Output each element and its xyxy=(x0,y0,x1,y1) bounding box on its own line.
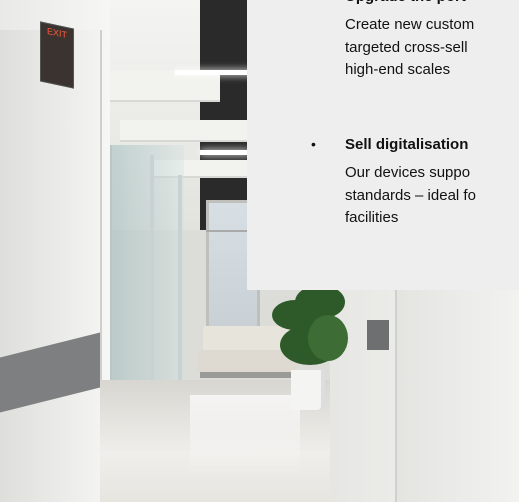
bullet-icon: • xyxy=(311,136,316,152)
plant-leaf xyxy=(308,315,348,361)
list-item-text: Our devices suppo standards – ideal fo f… xyxy=(345,164,476,226)
plant-pot xyxy=(291,370,325,410)
ceiling-panel xyxy=(120,120,250,142)
ceiling-light xyxy=(200,150,250,155)
sofa-backrest xyxy=(203,326,291,352)
list-item-title: Upgrade the port xyxy=(345,0,466,8)
benefits-card: Upgrade the port Create new custom targe… xyxy=(247,0,519,290)
ceiling-light xyxy=(175,70,255,75)
sofa-base xyxy=(200,372,294,378)
plant-leaf xyxy=(295,285,345,319)
right-door xyxy=(395,290,519,502)
left-door xyxy=(0,30,102,502)
list-item-title: Sell digitalisation xyxy=(345,136,469,153)
list-item-text: Create new custom targeted cross-sell hi… xyxy=(345,16,475,78)
door-handle-plate xyxy=(367,320,389,350)
exit-sign: EXIT xyxy=(40,21,74,89)
floor-reflection xyxy=(190,395,300,475)
